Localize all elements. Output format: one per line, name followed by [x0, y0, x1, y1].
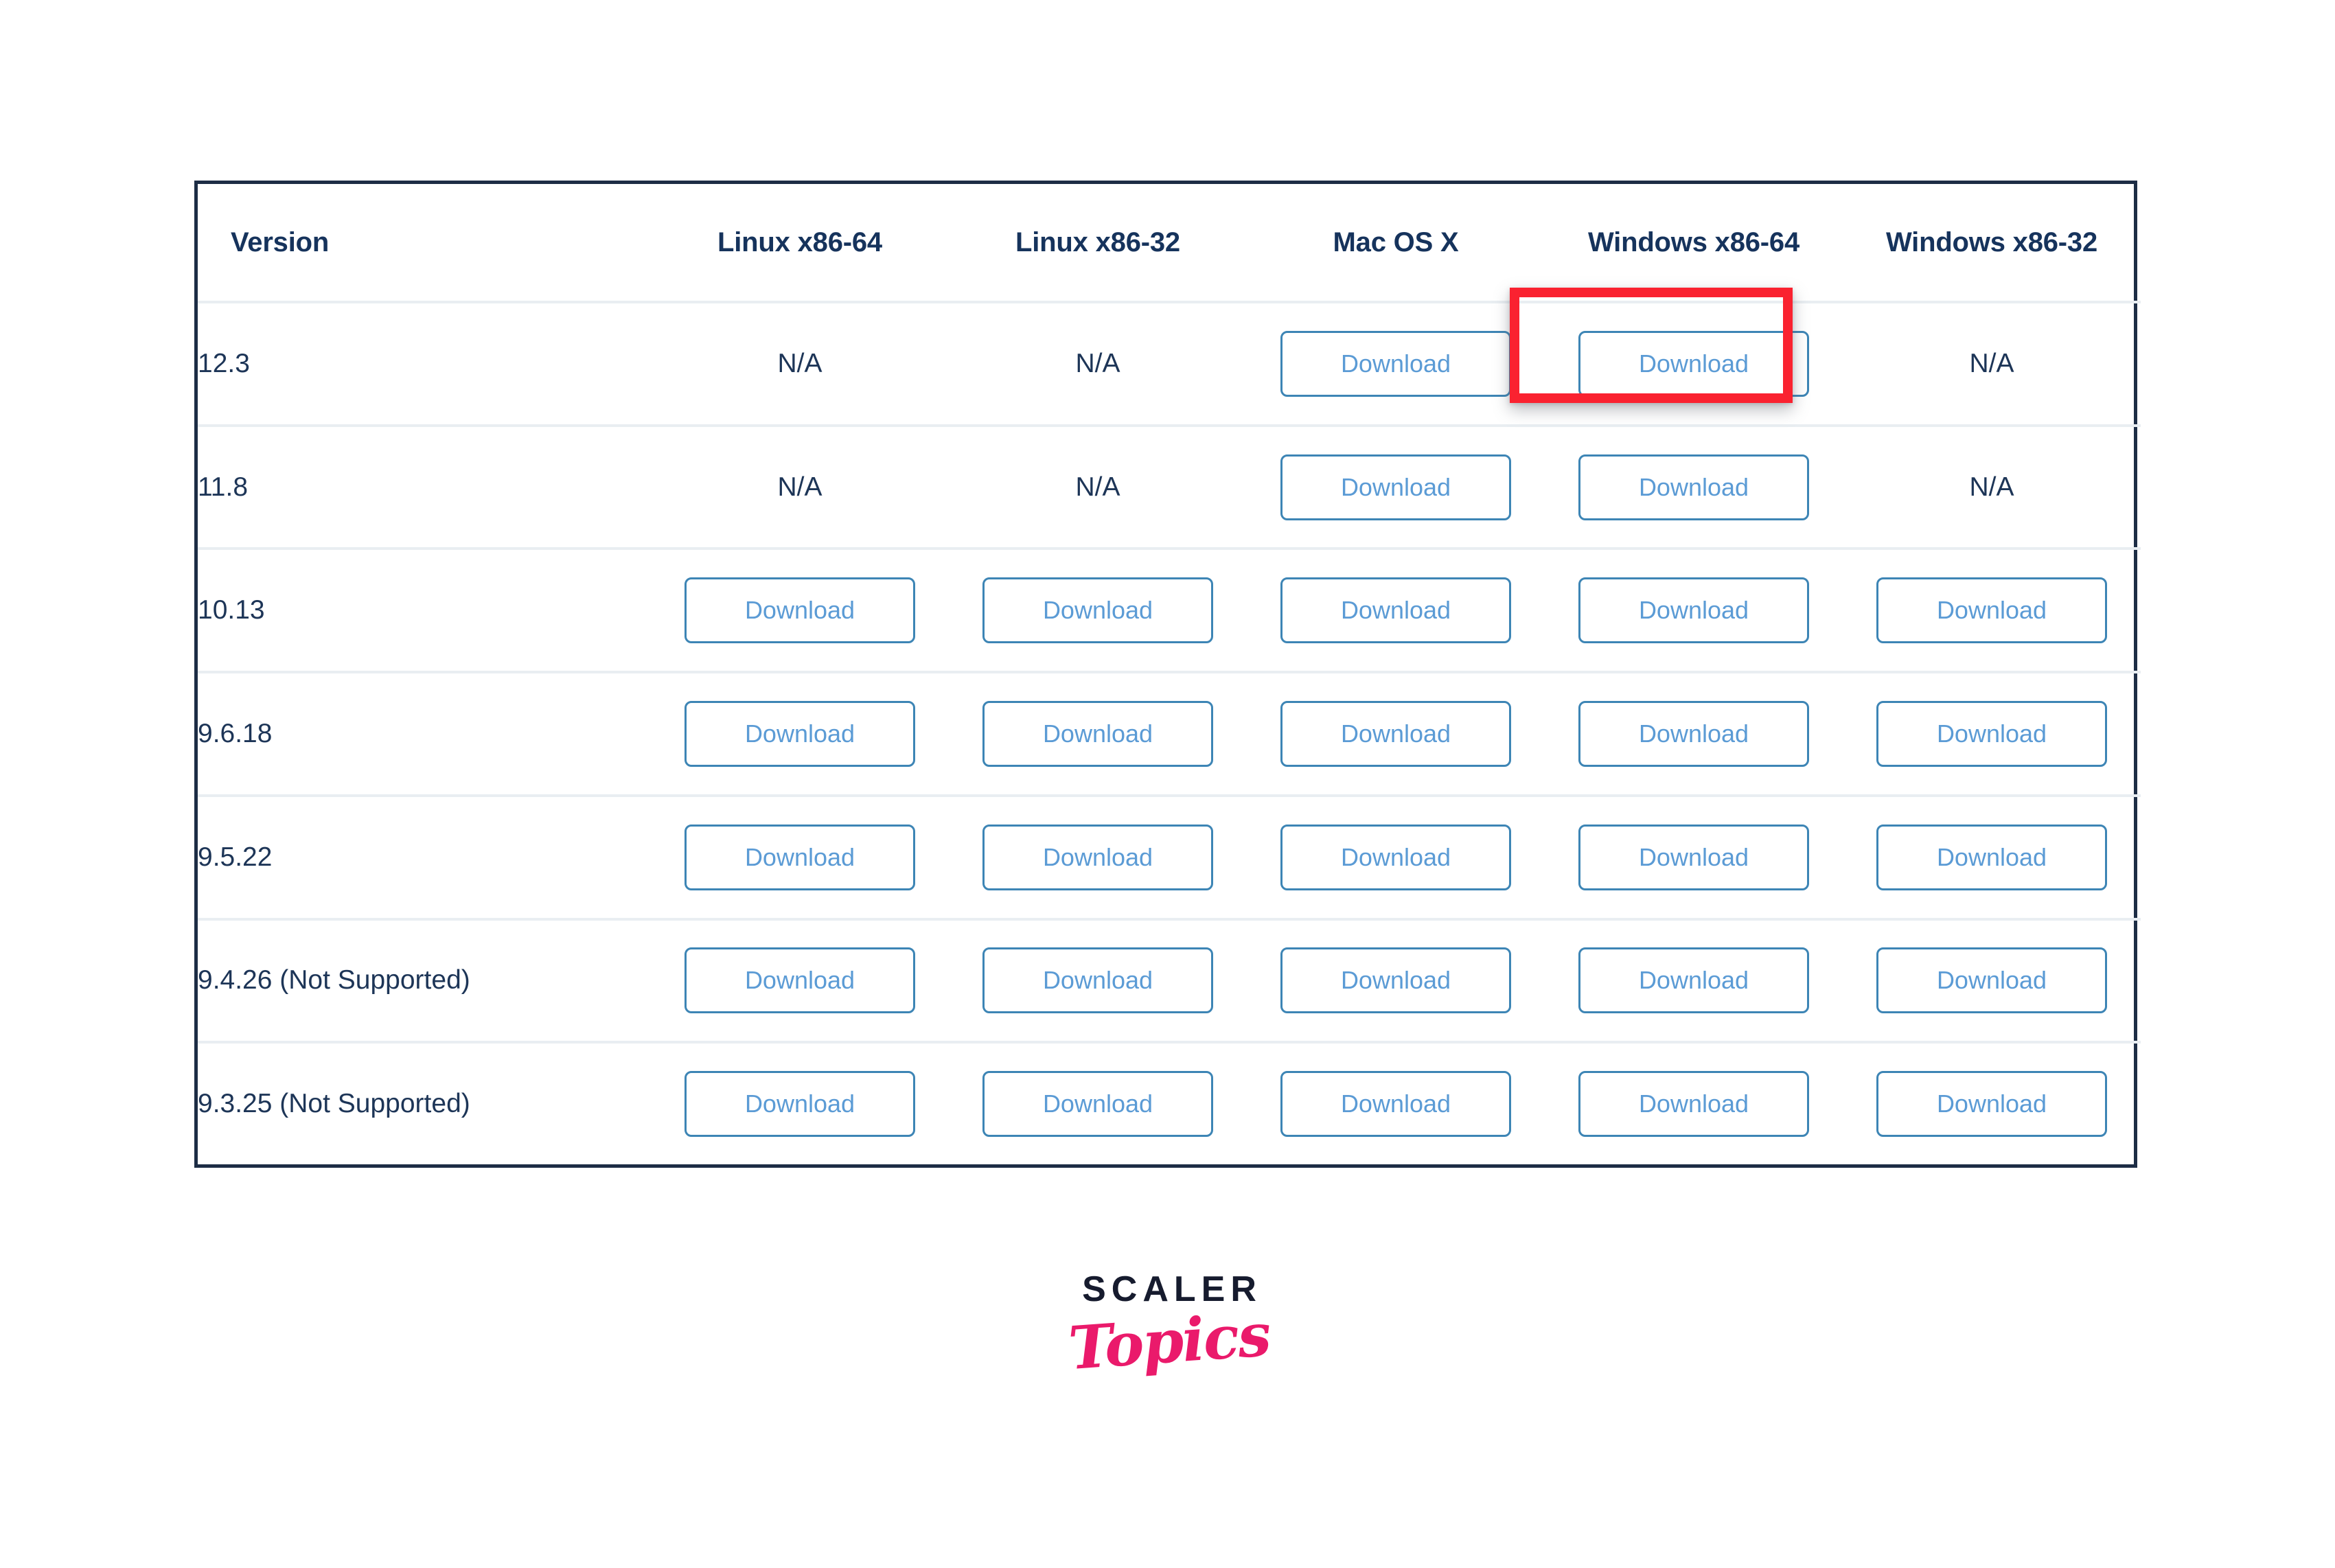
download-button[interactable]: Download	[1578, 1071, 1809, 1138]
version-label: 12.3	[198, 302, 651, 427]
table-body: 12.3 N/A N/A Download Download N/A 11.8 …	[198, 302, 2141, 1164]
page-root: Version Linux x86-64 Linux x86-32 Mac OS…	[0, 0, 2335, 1568]
na-label: N/A	[1969, 472, 2014, 502]
download-button[interactable]: Download	[685, 947, 915, 1014]
download-button[interactable]: Download	[1578, 454, 1809, 520]
table-row: 9.3.25 (Not Supported) Download Download…	[198, 1042, 2141, 1164]
download-button[interactable]: Download	[1578, 947, 1809, 1014]
download-button[interactable]: Download	[1876, 1071, 2107, 1138]
download-button[interactable]: Download	[1280, 577, 1511, 644]
na-label: N/A	[1969, 348, 2014, 378]
download-button[interactable]: Download	[1578, 824, 1809, 890]
download-button[interactable]: Download	[685, 700, 915, 767]
na-label: N/A	[1075, 472, 1120, 502]
cell-windows-x86-64: Download	[1545, 1042, 1843, 1164]
cell-mac-os-x: Download	[1247, 425, 1545, 551]
cell-linux-x86-32: Download	[949, 549, 1247, 674]
version-label: 9.6.18	[198, 672, 651, 797]
na-label: N/A	[777, 472, 823, 502]
cell-windows-x86-64: Download	[1545, 425, 1843, 551]
cell-mac-os-x: Download	[1247, 795, 1545, 921]
download-button[interactable]: Download	[685, 824, 915, 890]
download-button[interactable]: Download	[1876, 947, 2107, 1014]
download-button-highlighted[interactable]: Download	[1578, 330, 1809, 397]
download-button[interactable]: Download	[982, 824, 1213, 890]
cell-linux-x86-32: Download	[949, 919, 1247, 1044]
download-button[interactable]: Download	[982, 947, 1213, 1014]
logo-topics-text: Topics	[1066, 1300, 1272, 1384]
cell-windows-x86-32: Download	[1843, 795, 2141, 921]
column-header-version: Version	[198, 184, 651, 303]
table-header: Version Linux x86-64 Linux x86-32 Mac OS…	[198, 184, 2141, 303]
cell-windows-x86-64: Download	[1545, 302, 1843, 427]
cell-windows-x86-32: Download	[1843, 1042, 2141, 1164]
cell-windows-x86-32: Download	[1843, 919, 2141, 1044]
cell-windows-x86-32: N/A	[1843, 302, 2141, 427]
version-label: 9.5.22	[198, 795, 651, 921]
download-button[interactable]: Download	[1876, 824, 2107, 890]
column-header-mac-os-x: Mac OS X	[1247, 184, 1545, 303]
download-button[interactable]: Download	[982, 1071, 1213, 1138]
download-button[interactable]: Download	[982, 700, 1213, 767]
header-row: Version Linux x86-64 Linux x86-32 Mac OS…	[198, 184, 2141, 303]
download-button[interactable]: Download	[1578, 700, 1809, 767]
download-button[interactable]: Download	[1876, 577, 2107, 644]
cell-mac-os-x: Download	[1247, 549, 1545, 674]
version-label: 11.8	[198, 425, 651, 551]
table-row: 11.8 N/A N/A Download Download N/A	[198, 425, 2141, 551]
cell-linux-x86-64: Download	[651, 919, 949, 1044]
cell-linux-x86-64: Download	[651, 795, 949, 921]
cell-mac-os-x: Download	[1247, 1042, 1545, 1164]
scaler-topics-logo: SCALER Topics	[1046, 1271, 1293, 1383]
download-button[interactable]: Download	[1876, 700, 2107, 767]
download-button[interactable]: Download	[685, 577, 915, 644]
download-button[interactable]: Download	[685, 1071, 915, 1138]
table-row: 9.5.22 Download Download Download Downlo…	[198, 795, 2141, 921]
cell-mac-os-x: Download	[1247, 302, 1545, 427]
cell-linux-x86-32: Download	[949, 795, 1247, 921]
column-header-linux-x86-64: Linux x86-64	[651, 184, 949, 303]
cell-linux-x86-64: N/A	[651, 425, 949, 551]
download-button[interactable]: Download	[1280, 454, 1511, 520]
cell-linux-x86-32: Download	[949, 672, 1247, 797]
downloads-table: Version Linux x86-64 Linux x86-32 Mac OS…	[198, 184, 2141, 1164]
cell-windows-x86-64: Download	[1545, 549, 1843, 674]
table-row: 9.4.26 (Not Supported) Download Download…	[198, 919, 2141, 1044]
cell-linux-x86-64: Download	[651, 549, 949, 674]
table-row: 9.6.18 Download Download Download Downlo…	[198, 672, 2141, 797]
download-button[interactable]: Download	[1280, 700, 1511, 767]
version-label: 9.3.25 (Not Supported)	[198, 1089, 470, 1119]
download-button[interactable]: Download	[1280, 1071, 1511, 1138]
download-button[interactable]: Download	[1578, 577, 1809, 644]
table-row: 10.13 Download Download Download Downloa…	[198, 549, 2141, 674]
cell-windows-x86-64: Download	[1545, 672, 1843, 797]
cell-mac-os-x: Download	[1247, 672, 1545, 797]
download-button[interactable]: Download	[1280, 947, 1511, 1014]
cell-windows-x86-32: Download	[1843, 549, 2141, 674]
column-header-windows-x86-64: Windows x86-64	[1545, 184, 1843, 303]
version-download-table: Version Linux x86-64 Linux x86-32 Mac OS…	[194, 181, 2141, 1168]
column-header-windows-x86-32: Windows x86-32	[1843, 184, 2141, 303]
cell-linux-x86-64: N/A	[651, 302, 949, 427]
download-button[interactable]: Download	[1280, 824, 1511, 890]
table-row: 12.3 N/A N/A Download Download N/A	[198, 302, 2141, 427]
na-label: N/A	[777, 348, 823, 378]
version-label: 9.4.26 (Not Supported)	[198, 919, 651, 1044]
download-button[interactable]: Download	[982, 577, 1213, 644]
cell-linux-x86-32: N/A	[949, 302, 1247, 427]
cell-mac-os-x: Download	[1247, 919, 1545, 1044]
cell-windows-x86-32: Download	[1843, 672, 2141, 797]
cell-linux-x86-64: Download	[651, 672, 949, 797]
cell-linux-x86-64: Download	[651, 1042, 949, 1164]
column-header-linux-x86-32: Linux x86-32	[949, 184, 1247, 303]
cell-windows-x86-64: Download	[1545, 795, 1843, 921]
cell-linux-x86-32: Download	[949, 1042, 1247, 1164]
cell-windows-x86-32: N/A	[1843, 425, 2141, 551]
cell-windows-x86-64: Download	[1545, 919, 1843, 1044]
download-button[interactable]: Download	[1280, 330, 1511, 397]
cell-linux-x86-32: N/A	[949, 425, 1247, 551]
version-label: 10.13	[198, 549, 651, 674]
na-label: N/A	[1075, 348, 1120, 378]
